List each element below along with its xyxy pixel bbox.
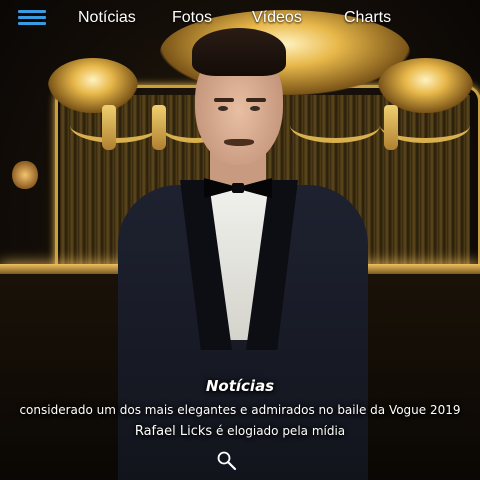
top-navigation: Notícias Fotos Vídeos Charts bbox=[0, 0, 480, 38]
nav-link-videos[interactable]: Vídeos bbox=[252, 9, 302, 27]
hero-person-name: Rafael Licks bbox=[134, 424, 213, 439]
hero-caption: Notícias considerado um dos mais elegant… bbox=[0, 376, 480, 441]
nav-link-fotos[interactable]: Fotos bbox=[172, 9, 212, 27]
hero-headline-suffix: é elogiado pela mídia bbox=[215, 424, 346, 438]
nav-link-charts[interactable]: Charts bbox=[344, 9, 391, 27]
tassel bbox=[384, 105, 398, 150]
nav-link-noticias[interactable]: Notícias bbox=[78, 9, 136, 27]
eye-right bbox=[250, 106, 260, 111]
hero-headline[interactable]: Rafael Licks é elogiado pela mídia bbox=[0, 422, 480, 441]
bowtie bbox=[204, 178, 272, 198]
eye-left bbox=[218, 106, 228, 111]
lantern bbox=[12, 160, 38, 190]
hero-category[interactable]: Notícias bbox=[0, 376, 480, 396]
moustache bbox=[224, 139, 254, 146]
search-icon[interactable] bbox=[216, 450, 238, 472]
hamburger-menu-icon[interactable] bbox=[18, 10, 46, 26]
eyebrow-right bbox=[246, 98, 266, 102]
eyebrow-left bbox=[214, 98, 234, 102]
hero-subtitle[interactable]: considerado um dos mais elegantes e admi… bbox=[0, 401, 480, 419]
